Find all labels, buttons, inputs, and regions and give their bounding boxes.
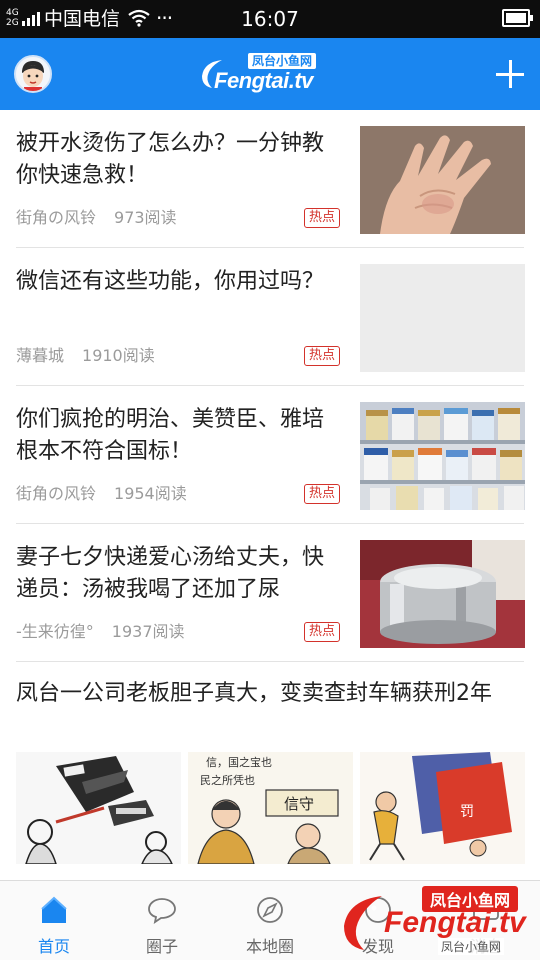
article-meta: 街角の风铃 973阅读: [16, 208, 177, 228]
read-count: 1937阅读: [111, 622, 185, 641]
tab-circle[interactable]: 圈子: [108, 881, 216, 961]
author-name: 薄暮城: [16, 346, 65, 365]
app-header: 凤台小鱼网 Fengtai.tv: [0, 38, 540, 110]
list-item[interactable]: 你们疯抢的明治、美赞臣、雅培根本不符合国标！ 街角の风铃 1954阅读 热点: [0, 386, 540, 524]
illustration-text: 罚: [460, 804, 474, 820]
user-avatar[interactable]: [14, 55, 52, 93]
article-image[interactable]: 信，国之宝也 民之所凭也 信守: [188, 752, 353, 864]
cartoon-trust-illustration: 信，国之宝也 民之所凭也 信守: [188, 752, 353, 864]
featured-article[interactable]: 凤台一公司老板胆子真大，变卖查封车辆获刑2年 信，国之宝也 民之所凭也 信守 罚: [0, 662, 540, 880]
author-name: 街角の风铃: [16, 484, 97, 503]
formula-cans-photo: [360, 402, 525, 510]
read-count: 973阅读: [114, 208, 177, 227]
article-title[interactable]: 你们疯抢的明治、美赞臣、雅培根本不符合国标！: [16, 404, 336, 468]
illustration-caption: 民之所凭也: [200, 773, 255, 787]
article-meta: -生来彷徨° 1937阅读: [16, 622, 185, 642]
app-logo: 凤台小鱼网 Fengtai.tv: [196, 50, 346, 96]
avatar-face-icon: [16, 57, 50, 91]
article-image[interactable]: [16, 752, 181, 864]
home-icon: [41, 896, 67, 923]
article-title[interactable]: 被开水烫伤了怎么办？一分钟教你快速急救！: [16, 128, 336, 192]
tab-label: 本地圈: [245, 937, 294, 956]
read-count: 1910阅读: [82, 346, 155, 365]
tab-local[interactable]: 本地圈: [216, 881, 324, 961]
tab-label: 圈子: [145, 937, 178, 956]
article-title[interactable]: 微信还有这些功能，你用过吗？: [16, 266, 336, 298]
hot-badge: 热点: [304, 484, 341, 504]
illustration-sign: 信守: [284, 795, 314, 813]
author-name: 街角の风铃: [16, 208, 97, 227]
compass-icon: [257, 897, 283, 923]
cartoon-car-illustration: [16, 752, 181, 864]
article-thumbnail-placeholder[interactable]: [360, 264, 525, 372]
article-image[interactable]: 罚: [360, 752, 525, 864]
tab-label: 首页: [37, 937, 70, 956]
hot-badge: 热点: [304, 622, 341, 642]
article-thumbnail[interactable]: [360, 540, 525, 648]
add-button[interactable]: [492, 56, 528, 92]
thermos-photo: [360, 540, 525, 648]
watermark-logo: 凤台小鱼网 Fengtai.tv 凤台小鱼网: [338, 876, 538, 960]
article-thumbnail[interactable]: [360, 402, 525, 510]
cartoon-running-illustration: 罚: [360, 752, 525, 864]
logo-wordmark: Fengtai.tv: [214, 68, 313, 93]
logo-chinese: 凤台小鱼网: [248, 53, 317, 69]
hand-photo: [360, 126, 525, 234]
article-title[interactable]: 凤台一公司老板胆子真大，变卖查封车辆获刑2年: [16, 678, 526, 710]
article-meta: 街角の风铃 1954阅读: [16, 484, 187, 504]
tab-home[interactable]: 首页: [0, 881, 108, 961]
watermark-wordmark: Fengtai.tv: [384, 906, 526, 939]
hot-badge: 热点: [304, 346, 341, 366]
clock: 16:07: [241, 7, 299, 31]
list-item[interactable]: 妻子七夕快递爱心汤给丈夫，快递员：汤被我喝了还加了尿 -生来彷徨° 1937阅读 …: [0, 524, 540, 662]
illustration-caption: 信，国之宝也: [206, 755, 272, 769]
list-item[interactable]: 被开水烫伤了怎么办？一分钟教你快速急救！ 街角の风铃 973阅读 热点: [0, 110, 540, 248]
watermark-chat-label: 凤台小鱼网: [438, 938, 505, 955]
battery-icon: [502, 9, 533, 27]
article-thumbnail[interactable]: [360, 126, 525, 234]
read-count: 1954阅读: [114, 484, 187, 503]
chat-bubble-icon: [148, 898, 176, 924]
status-bar: 4G 2G 中国电信 ··· 16:07: [0, 0, 540, 38]
news-feed: 被开水烫伤了怎么办？一分钟教你快速急救！ 街角の风铃 973阅读 热点 微信还有这…: [0, 110, 540, 880]
article-title[interactable]: 妻子七夕快递爱心汤给丈夫，快递员：汤被我喝了还加了尿: [16, 542, 336, 606]
article-meta: 薄暮城 1910阅读: [16, 346, 155, 366]
list-item[interactable]: 微信还有这些功能，你用过吗？ 薄暮城 1910阅读 热点: [0, 248, 540, 386]
author-name: -生来彷徨°: [16, 622, 94, 641]
hot-badge: 热点: [304, 208, 341, 228]
